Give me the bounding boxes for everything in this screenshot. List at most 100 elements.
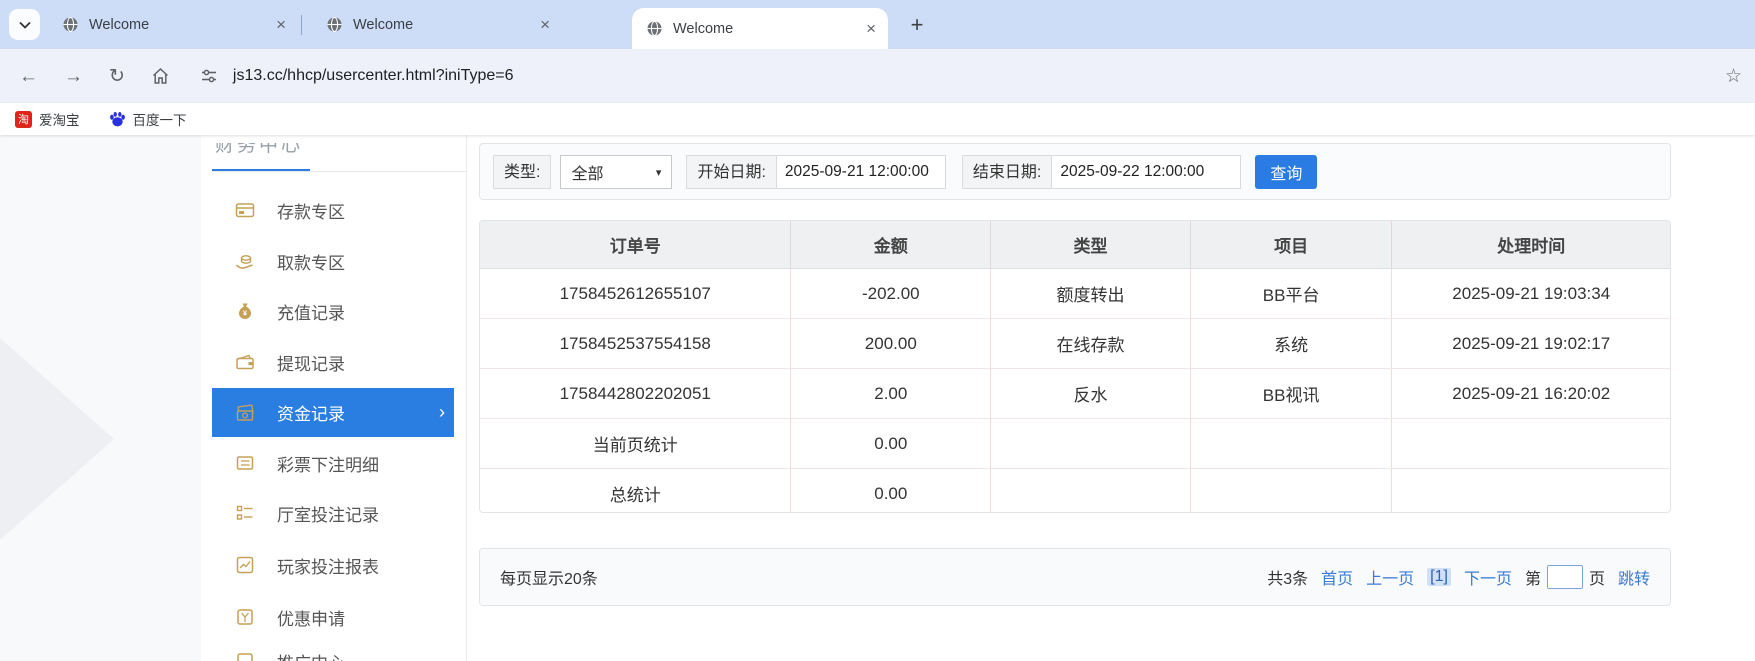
tab-separator [301,15,302,35]
sidebar-divider [212,171,466,172]
end-date-input[interactable] [1051,155,1242,189]
select-chevron-icon: ▾ [655,166,662,179]
wallet-icon [236,354,254,370]
sidebar-item-label: 充值记录 [277,303,345,323]
project-cell: BB视讯 [1189,369,1392,418]
order-id-cell: 1758452612655107 [559,283,711,303]
pagination-bar: 每页显示20条 共3条 首页 上一页 [1] 下一页 第 页 跳转 [479,548,1671,606]
sidebar-item-label: 优惠申请 [277,609,345,629]
site-settings-icon[interactable] [200,67,218,85]
project-cell: BB平台 [1189,269,1392,318]
tab-welcome-1[interactable]: Welcome × [48,0,298,49]
bookmark-star-icon[interactable]: ☆ [1725,65,1742,88]
sidebar-section-title: 财务中心 [215,143,304,156]
bookmark-taobao[interactable]: 淘 爱淘宝 [15,109,80,129]
globe-icon [647,20,662,37]
forward-icon[interactable]: → [64,67,83,86]
home-icon[interactable] [151,67,170,85]
type-select[interactable]: 全部 ▾ [560,155,673,189]
tab-close-icon[interactable]: × [532,15,562,35]
order-id-cell: 1758452537554158 [559,333,711,353]
table-row: 1758452537554158 200.00 在线存款 系统 2025-09-… [480,318,1670,368]
amount-cell: 200.00 [790,319,990,368]
tab-title: Welcome [353,16,414,33]
chevron-right-icon: › [439,402,445,422]
first-page-link[interactable]: 首页 [1321,565,1353,589]
gift-ticket-icon [237,609,253,625]
sidebar-item-deposit[interactable]: 存款专区 [212,186,454,234]
sidebar-item-funds-record[interactable]: 资金记录 › [212,388,454,437]
records-table: 订单号 金额 类型 项目 处理时间 1758452612655107 -202.… [479,220,1671,513]
bookmark-label: 百度一下 [132,113,187,128]
current-page-badge: [1] [1427,568,1451,586]
sidebar-item-lottery-bet-detail[interactable]: 彩票下注明细 [212,439,454,487]
sidebar-item-label: 存款专区 [277,202,345,222]
time-cell: 2025-09-21 19:02:17 [1391,319,1670,368]
reload-icon[interactable]: ↻ [109,67,125,86]
sidebar-item-withdrawal-record[interactable]: 提现记录 [212,338,454,386]
deposit-card-icon [235,203,255,218]
tab-welcome-3-active[interactable]: Welcome × [632,8,888,49]
empty-cell [990,469,1190,512]
new-tab-button[interactable]: + [903,11,931,39]
query-button[interactable]: 查询 [1255,155,1318,189]
money-bag-icon: ¥ [239,303,251,319]
tab-close-icon[interactable]: × [268,15,298,35]
sidebar: 财务中心 存款专区 取款专区 ¥ 充值记录 提现记录 资金记录 › 彩票下注明细… [201,135,467,661]
sidebar-item-label: 资金记录 [277,405,345,424]
prev-page-link[interactable]: 上一页 [1366,565,1414,589]
tab-welcome-2[interactable]: Welcome × [312,0,562,49]
bookmarks-bar: 淘 爱淘宝 百度一下 [0,103,1755,135]
promo-center-icon [237,653,253,661]
type-select-value: 全部 [571,166,604,183]
total-count-text: 共3条 [1267,571,1309,588]
time-cell: 2025-09-21 16:20:02 [1391,369,1670,418]
address-bar: ← → ↻ js13.cc/hhcp/usercenter.html?iniTy… [0,49,1755,103]
sidebar-item-player-bet-report[interactable]: 玩家投注报表 [212,541,454,589]
empty-cell [990,419,1190,468]
sidebar-item-recharge-record[interactable]: ¥ 充值记录 [212,287,454,335]
page-jump-input[interactable] [1546,565,1583,589]
sidebar-item-label: 彩票下注明细 [277,455,379,475]
start-date-input[interactable] [775,155,946,189]
back-icon[interactable]: ← [19,67,38,86]
tab-title: Welcome [673,20,734,37]
jump-action-link[interactable]: 跳转 [1618,565,1650,589]
url-text[interactable]: js13.cc/hhcp/usercenter.html?iniType=6 [233,67,514,85]
filter-panel: 类型: 全部 ▾ 开始日期: 结束日期: 查询 [479,143,1671,200]
tab-close-icon[interactable]: × [858,19,888,39]
jump-prefix-label: 第 [1524,571,1541,588]
tab-title: Welcome [89,16,150,33]
sidebar-item-withdraw[interactable]: 取款专区 [212,237,454,285]
sidebar-item-label: 提现记录 [277,354,345,374]
globe-icon [63,16,78,33]
page-size-text: 每页显示20条 [500,571,598,588]
list-grid-icon [236,505,253,520]
time-cell: 2025-09-21 19:03:34 [1391,269,1670,318]
type-label: 类型: [493,155,552,189]
banknotes-icon [236,403,254,421]
type-cell: 在线存款 [990,319,1190,368]
table-summary-row-page: 当前页统计 0.00 [480,418,1670,468]
sidebar-item-hall-bet-record[interactable]: 厅室投注记录 [212,489,454,537]
taobao-icon: 淘 [15,110,32,128]
amount-cell: 2.00 [790,369,990,418]
baidu-paw-icon [109,111,125,126]
jump-suffix-label: 页 [1588,571,1605,588]
summary-label-cell: 当前页统计 [592,436,678,455]
tab-search-button[interactable] [9,9,40,40]
empty-cell [1189,469,1392,512]
page-content: 财务中心 存款专区 取款专区 ¥ 充值记录 提现记录 资金记录 › 彩票下注明细… [0,135,1755,661]
sidebar-item-partial[interactable]: 推广中心 [212,637,454,661]
empty-cell [1391,469,1670,512]
sidebar-item-label: 厅室投注记录 [277,505,379,525]
next-page-link[interactable]: 下一页 [1464,565,1512,589]
sidebar-item-promo-apply[interactable]: 优惠申请 [212,593,454,641]
list-document-icon [236,456,254,470]
table-summary-row-total: 总统计 0.00 [480,468,1670,512]
tab-strip: Welcome × Welcome × Welcome × + [0,0,1755,49]
bookmark-baidu[interactable]: 百度一下 [109,109,187,129]
triangle-watermark [0,338,114,540]
sidebar-item-label: 取款专区 [277,253,345,273]
type-cell: 额度转出 [990,269,1190,318]
